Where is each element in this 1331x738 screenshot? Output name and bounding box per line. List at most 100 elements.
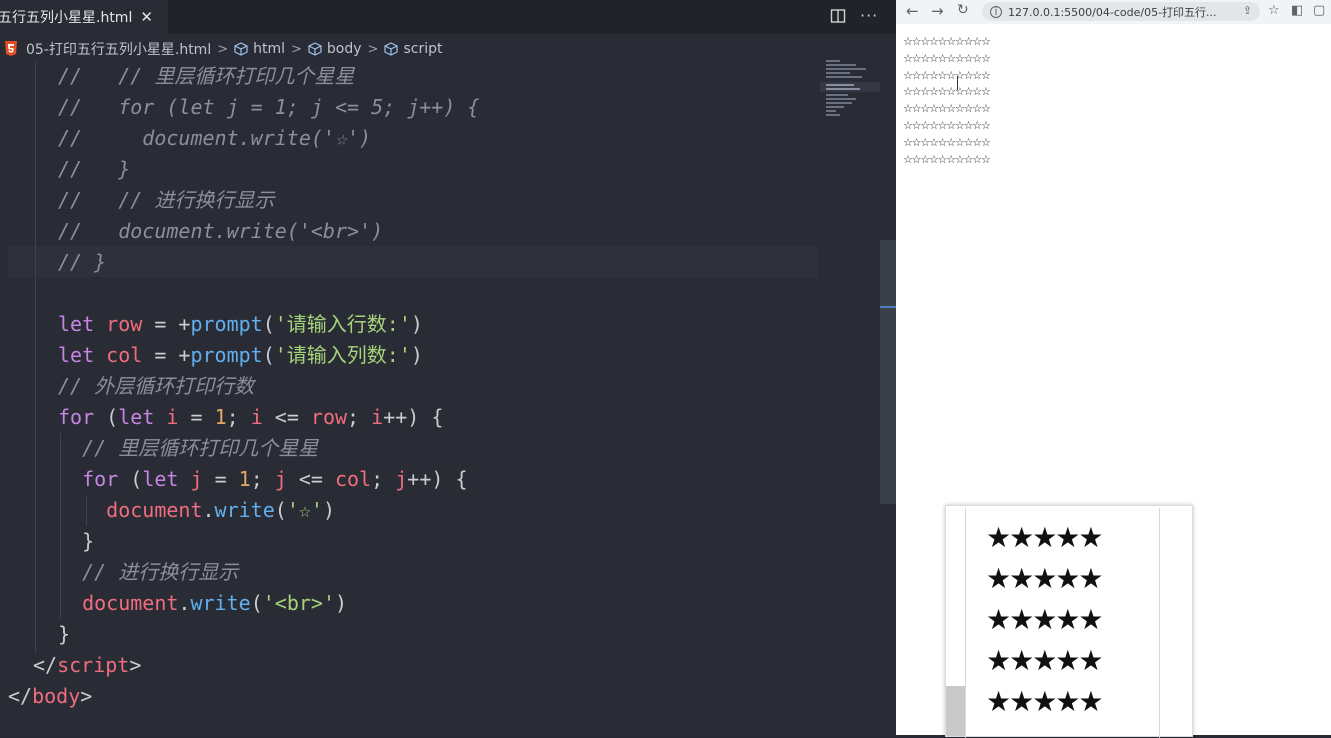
breadcrumb-file[interactable]: 05-打印五行五列小星星.html (26, 39, 211, 59)
reload-icon[interactable]: ↻ (957, 2, 969, 18)
extension-icon[interactable]: ◧ (1291, 3, 1303, 18)
code-token: // } (58, 250, 107, 274)
code-token: ; (226, 405, 251, 429)
browser-toolbar: ← → ↻ i 127.0.0.1:5500/04-code/05-打印五行..… (896, 0, 1331, 24)
code-token: ( (118, 467, 143, 491)
code-line[interactable]: // } (58, 154, 130, 185)
code-line[interactable]: document.write('<br>') (58, 588, 347, 619)
chevron-right-icon: > (291, 41, 302, 57)
code-line[interactable]: let row = +prompt('请输入行数:') (58, 309, 423, 340)
code-line[interactable]: // // 里层循环打印几个星星 (58, 61, 354, 92)
cube-icon (384, 42, 399, 56)
output-star-row: ☆☆☆☆☆☆☆☆☆☆ (903, 118, 991, 132)
sidepanel-icon[interactable]: ▢ (1313, 3, 1325, 18)
expected-star-row: ★★★★★ (986, 603, 1104, 636)
code-token: j (395, 467, 408, 491)
code-token: body (32, 684, 81, 708)
code-line[interactable]: // 外层循环打印行数 (58, 371, 254, 402)
code-token: col (106, 343, 143, 367)
more-icon[interactable]: ··· (860, 6, 878, 25)
code-token: . (202, 498, 215, 522)
code-token: <= (286, 467, 336, 491)
code-token: '<br>' (262, 591, 335, 615)
code-token: 1 (214, 405, 227, 429)
code-token: let (58, 312, 95, 336)
cube-icon (308, 42, 322, 56)
code-token: ( (262, 343, 275, 367)
code-token: write (190, 591, 251, 615)
rendered-output: ☆☆☆☆☆☆☆☆☆☆ ☆☆☆☆☆☆☆☆☆☆ ☆☆☆☆☆☆☆☆☆☆ ☆☆☆☆☆☆☆… (903, 34, 991, 168)
code-token: i (166, 405, 179, 429)
expected-star-row: ★★★★★ (986, 562, 1104, 595)
code-token: i (250, 405, 263, 429)
output-star-row: ☆☆☆☆☆☆☆☆☆☆ (903, 68, 991, 82)
split-editor-icon[interactable] (830, 8, 846, 24)
minimap[interactable] (820, 56, 880, 126)
breadcrumb-script[interactable]: script (403, 41, 442, 57)
scrollbar-cursor-marker (880, 306, 896, 308)
chevron-right-icon: > (367, 41, 379, 57)
code-token: j (274, 467, 287, 491)
breadcrumb-body[interactable]: body (327, 41, 362, 57)
scrollbar-thumb[interactable] (880, 240, 896, 504)
code-line[interactable]: </script> (33, 650, 141, 681)
code-line[interactable]: // 里层循环打印几个星星 (58, 433, 318, 464)
code-token: row (106, 312, 143, 336)
code-token: > (80, 684, 93, 708)
back-icon[interactable]: ← (906, 2, 919, 20)
code-line[interactable]: // for (let j = 1; j <= 5; j++) { (58, 92, 479, 123)
code-area[interactable]: // // 里层循环打印几个星星 // for (let j = 1; j <= … (0, 61, 818, 735)
code-line[interactable]: // 进行换行显示 (58, 557, 238, 588)
code-line[interactable]: document.write('☆') (58, 495, 335, 526)
code-line[interactable]: // } (58, 247, 106, 278)
forward-icon[interactable]: → (931, 2, 944, 20)
code-token: j (190, 467, 203, 491)
code-line[interactable]: // document.write('<br>') (58, 216, 383, 247)
code-line[interactable]: for (let i = 1; i <= row; i++) { (58, 402, 443, 433)
code-token: > (129, 653, 142, 677)
code-token: i (371, 405, 384, 429)
close-icon[interactable]: ✕ (140, 9, 153, 25)
code-editor[interactable]: 五行五列小星星.html ✕ ··· 05-打印五行五列小星星.html > h… (0, 0, 896, 735)
card-shade (946, 686, 965, 736)
info-icon[interactable]: i (990, 5, 1002, 18)
code-token: ) (322, 498, 335, 522)
bookmark-icon[interactable]: ☆ (1268, 3, 1280, 18)
breadcrumb-html[interactable]: html (253, 41, 285, 57)
code-token: // } (58, 157, 131, 181)
code-token: ) (334, 591, 348, 615)
code-token: } (58, 529, 95, 553)
code-token: . (178, 591, 191, 615)
code-token: = (202, 467, 239, 491)
code-line[interactable]: for (let j = 1; j <= col; j++) { (58, 464, 467, 495)
code-token: ++ (383, 405, 408, 429)
code-line[interactable]: // document.write('☆') (58, 123, 371, 154)
code-token: let (118, 405, 155, 429)
code-token: document (82, 591, 179, 615)
editor-tab-active[interactable]: 五行五列小星星.html ✕ (0, 0, 168, 34)
output-star-row: ☆☆☆☆☆☆☆☆☆☆ (903, 152, 991, 166)
url-text[interactable]: 127.0.0.1:5500/04-code/05-打印五行... (1008, 4, 1228, 20)
editor-tab-title: 五行五列小星星.html (0, 10, 133, 26)
expected-result-inner: ★★★★★ ★★★★★ ★★★★★ ★★★★★ ★★★★★ (965, 508, 1160, 738)
code-line[interactable]: // // 进行换行显示 (58, 185, 274, 216)
code-line[interactable]: } (58, 526, 94, 557)
code-token: let (58, 343, 95, 367)
code-token: = (178, 405, 215, 429)
code-token: // 里层循环打印几个星星 (58, 436, 319, 460)
address-bar[interactable]: i 127.0.0.1:5500/04-code/05-打印五行... ⇪ (982, 2, 1260, 21)
share-icon[interactable]: ⇪ (1243, 4, 1252, 17)
expected-result-card: ★★★★★ ★★★★★ ★★★★★ ★★★★★ ★★★★★ (945, 505, 1193, 738)
code-token: let (142, 467, 179, 491)
code-line[interactable]: } (58, 619, 70, 650)
expected-star-row: ★★★★★ (986, 521, 1104, 554)
code-line[interactable]: </body> (8, 681, 92, 712)
code-line[interactable]: let col = +prompt('请输入列数:') (58, 340, 423, 371)
code-token: ( (94, 405, 119, 429)
editor-tab-bar: 五行五列小星星.html ✕ ··· (0, 0, 896, 34)
code-token: ) { (407, 405, 444, 429)
